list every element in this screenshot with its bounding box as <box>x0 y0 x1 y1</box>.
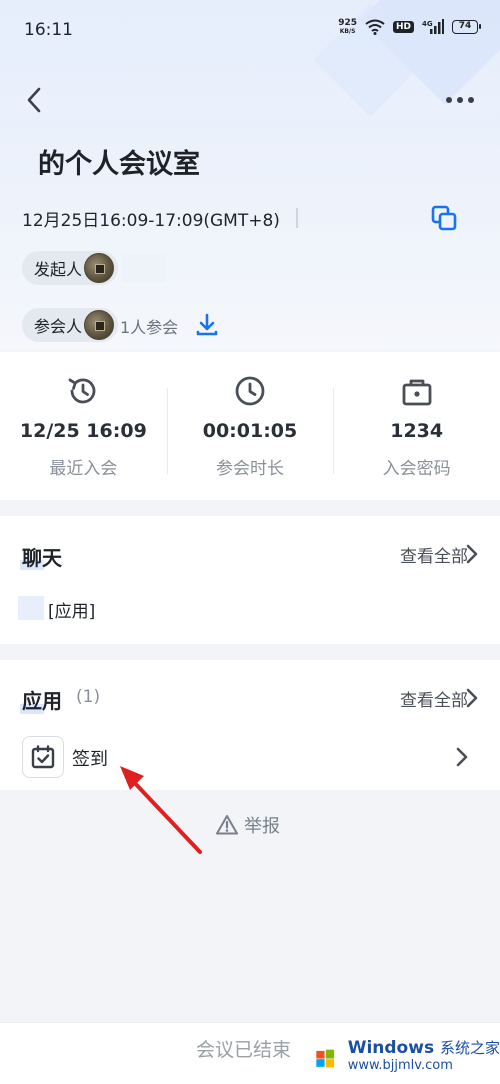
network-speed: 925 KB/S <box>338 18 357 36</box>
chevron-right-icon[interactable] <box>462 687 482 709</box>
password-label: 入会密码 <box>382 459 451 479</box>
chevron-right-icon[interactable] <box>462 543 482 565</box>
download-icon <box>196 313 218 336</box>
more-button[interactable] <box>442 88 478 112</box>
report-label: 举报 <box>244 816 280 837</box>
status-bar: 16:11 925 KB/S HD 4G 74 <box>0 0 500 62</box>
attendee-count: 1人参会 <box>120 318 179 337</box>
host-name-redacted <box>122 254 166 282</box>
hd-badge: HD <box>392 21 414 33</box>
chevron-right-icon[interactable] <box>452 746 472 768</box>
watermark-url: www.bjjmlv.com <box>347 1058 453 1073</box>
apps-title: 应用 <box>22 689 62 713</box>
apps-section: 应用 (1) 查看全部 签到 <box>0 660 500 790</box>
stat-duration: 00:01:05 参会时长 <box>166 352 334 500</box>
watermark-title: Windows <box>347 1038 435 1058</box>
meeting-stats: 12/25 16:09 最近入会 00:01:05 参会时长 1234 入会密码 <box>0 352 500 500</box>
duration-value: 00:01:05 <box>202 420 298 442</box>
checkin-app-icon[interactable] <box>22 736 64 778</box>
meeting-time: 12月25日16:09-17:09(GMT+8) <box>22 211 280 231</box>
status-time: 16:11 <box>24 20 73 40</box>
battery-indicator: 74 <box>452 20 481 34</box>
stat-last-join: 12/25 16:09 最近入会 <box>0 352 167 500</box>
last-join-label: 最近入会 <box>49 459 118 479</box>
chat-section: 聊天 查看全部 [应用] <box>0 516 500 644</box>
wifi-icon <box>365 19 385 35</box>
chat-sender-redacted <box>18 596 44 620</box>
report-button[interactable]: 举报 <box>216 812 280 838</box>
host-label: 发起人 <box>34 260 83 279</box>
attendee-avatar <box>84 310 115 340</box>
last-join-value: 12/25 16:09 <box>19 420 147 442</box>
back-button[interactable] <box>20 84 50 116</box>
chevron-left-icon <box>27 87 41 113</box>
checkin-app-label[interactable]: 签到 <box>72 745 108 771</box>
duration-label: 参会时长 <box>216 459 284 479</box>
windows-logo-icon <box>312 1049 340 1068</box>
warning-triangle-icon <box>216 815 238 835</box>
apps-count: (1) <box>76 687 101 707</box>
apps-view-all-button[interactable]: 查看全部 <box>400 686 468 711</box>
copy-icon <box>431 205 457 231</box>
meeting-ended-status: 会议已结束 <box>196 1039 292 1061</box>
host-chip: 发起人 <box>22 251 119 285</box>
signal-icon: 4G <box>422 19 444 34</box>
chat-preview[interactable]: [应用] <box>48 597 95 622</box>
attendee-chip: 参会人 <box>22 308 119 342</box>
attendee-label: 参会人 <box>34 317 83 336</box>
history-clock-icon <box>68 378 96 404</box>
password-value: 1234 <box>390 420 444 442</box>
divider <box>296 208 298 228</box>
watermark-title-cn: 系统之家 <box>439 1039 500 1057</box>
page-title: 的个人会议室 <box>38 149 200 180</box>
status-icons: 925 KB/S HD 4G 74 <box>338 18 481 36</box>
stat-password: 1234 入会密码 <box>333 352 500 500</box>
host-avatar <box>84 253 115 283</box>
watermark: Windows 系统之家 www.bjjmlv.com <box>310 1030 500 1082</box>
svg-text:4G: 4G <box>422 20 433 28</box>
calendar-check-icon <box>31 745 55 769</box>
clock-icon <box>235 376 265 406</box>
chat-title: 聊天 <box>22 546 62 570</box>
more-dots-icon <box>446 97 474 103</box>
chat-view-all-button[interactable]: 查看全部 <box>400 542 468 567</box>
lock-bag-icon <box>402 379 432 406</box>
copy-button[interactable] <box>430 204 458 232</box>
download-attendees-button[interactable] <box>194 312 220 338</box>
